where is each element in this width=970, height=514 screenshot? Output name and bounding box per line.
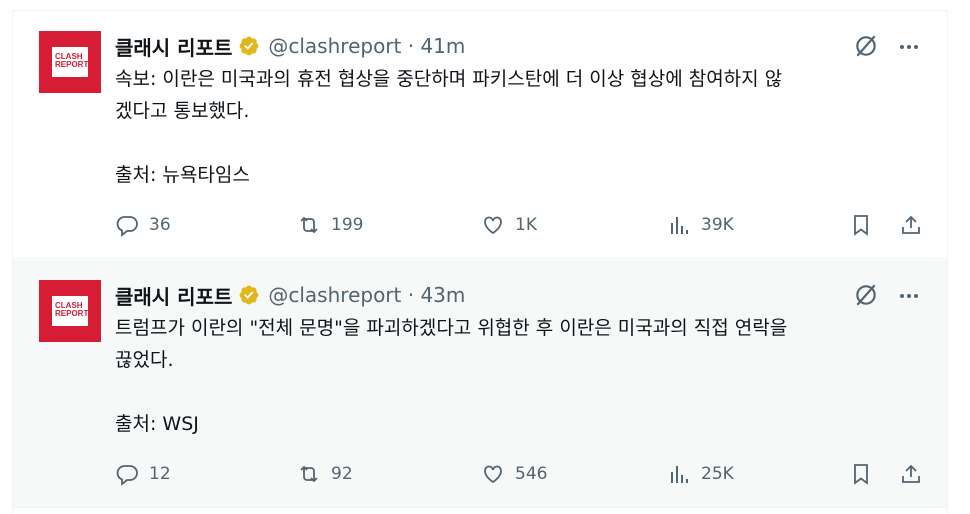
- share-button[interactable]: [899, 460, 923, 488]
- views-count: 25K: [701, 464, 734, 484]
- share-button[interactable]: [899, 211, 923, 239]
- retweet-button[interactable]: 92: [297, 460, 353, 488]
- verified-gold-icon[interactable]: [238, 284, 260, 306]
- views-button[interactable]: 25K: [667, 460, 734, 488]
- tweet[interactable]: CLASH REPORT 클래시 리포트 @clashreport · 43m …: [13, 260, 947, 508]
- like-button[interactable]: 1K: [481, 211, 537, 239]
- retweet-icon: [300, 465, 318, 483]
- tweet-text[interactable]: 속보: 이란은 미국과의 휴전 협상을 중단하며 파키스탄에 더 이상 협상에 …: [115, 63, 925, 191]
- reply-icon: [116, 216, 138, 237]
- author-handle[interactable]: @clashreport · 41m: [268, 34, 465, 58]
- views-icon: [671, 217, 688, 234]
- views-icon: [671, 466, 688, 483]
- reply-count: 12: [149, 464, 171, 484]
- author-handle[interactable]: @clashreport · 43m: [268, 283, 465, 307]
- reply-icon: [116, 465, 138, 486]
- timestamp[interactable]: 41m: [420, 34, 465, 58]
- timeline-feed: CLASH REPORT 클래시 리포트 @clashreport · 41m …: [12, 10, 948, 514]
- views-button[interactable]: 39K: [667, 211, 734, 239]
- like-count: 546: [515, 464, 548, 484]
- avatar-logo-text: REPORT: [55, 60, 89, 69]
- heart-icon: [484, 465, 502, 484]
- handle-text: @clashreport: [268, 283, 402, 307]
- verified-gold-icon[interactable]: [238, 35, 260, 57]
- retweet-button[interactable]: 199: [297, 211, 363, 239]
- views-count: 39K: [701, 215, 734, 235]
- avatar[interactable]: CLASH REPORT: [39, 31, 101, 93]
- bookmark-button[interactable]: [849, 211, 873, 239]
- retweet-count: 92: [331, 464, 353, 484]
- retweet-count: 199: [331, 215, 364, 235]
- tweet-header: 클래시 리포트 @clashreport · 41m: [115, 31, 465, 61]
- reply-count: 36: [149, 215, 171, 235]
- handle-text: @clashreport: [268, 34, 402, 58]
- grok-icon[interactable]: [853, 33, 879, 59]
- tweet-actions: 12 92 546 25K: [115, 460, 935, 488]
- author-name[interactable]: 클래시 리포트: [115, 281, 232, 310]
- reply-button[interactable]: 36: [115, 211, 171, 239]
- grok-icon[interactable]: [853, 282, 879, 308]
- reply-button[interactable]: 12: [115, 460, 171, 488]
- author-name[interactable]: 클래시 리포트: [115, 32, 232, 61]
- tweet[interactable]: CLASH REPORT 클래시 리포트 @clashreport · 41m …: [13, 11, 947, 259]
- like-count: 1K: [515, 215, 537, 235]
- more-icon[interactable]: [897, 284, 921, 308]
- avatar-logo: CLASH REPORT: [52, 47, 88, 77]
- tweet-actions: 36 199 1K 39K: [115, 211, 935, 239]
- bookmark-button[interactable]: [849, 460, 873, 488]
- like-button[interactable]: 546: [481, 460, 547, 488]
- tweet-header: 클래시 리포트 @clashreport · 43m: [115, 280, 465, 310]
- bookmark-icon: [854, 215, 868, 236]
- bookmark-icon: [854, 464, 868, 485]
- avatar-logo: CLASH REPORT: [52, 296, 88, 326]
- share-icon: [902, 464, 920, 483]
- share-icon: [902, 215, 920, 234]
- timestamp[interactable]: 43m: [420, 283, 465, 307]
- avatar[interactable]: CLASH REPORT: [39, 280, 101, 342]
- tweet-text[interactable]: 트럼프가 이란의 "전체 문명"을 파괴하겠다고 위협한 후 이란은 미국과의 …: [115, 312, 925, 440]
- retweet-icon: [300, 216, 318, 234]
- heart-icon: [484, 216, 502, 235]
- avatar-logo-text: REPORT: [55, 309, 89, 318]
- more-icon[interactable]: [897, 35, 921, 59]
